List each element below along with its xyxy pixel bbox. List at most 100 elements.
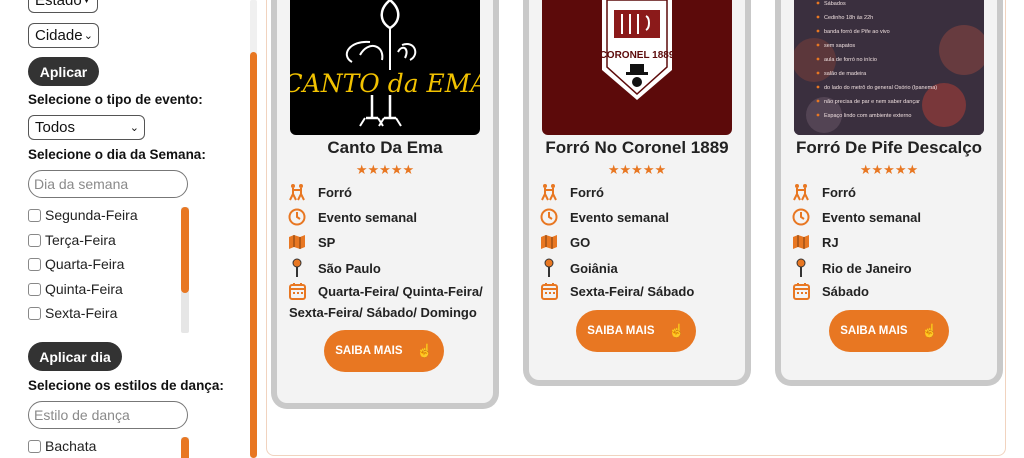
styles-scrollbar-thumb[interactable] bbox=[181, 437, 189, 458]
event-title[interactable]: Canto Da Ema bbox=[277, 138, 493, 158]
day-label: Segunda-Feira bbox=[45, 207, 138, 223]
cidade-select-value: Cidade bbox=[35, 27, 83, 44]
dia-semana-label: Selecione o dia da Semana: bbox=[28, 147, 206, 162]
state-row: GO bbox=[539, 232, 590, 253]
event-state: RJ bbox=[822, 235, 839, 250]
day-label: Terça-Feira bbox=[45, 232, 116, 248]
saiba-mais-button[interactable]: SAIBA MAIS ☝ bbox=[829, 310, 949, 352]
tipo-evento-label: Selecione o tipo de evento: bbox=[28, 92, 203, 107]
chevron-down-icon: ⌄ bbox=[129, 122, 139, 134]
calendar-icon bbox=[791, 281, 811, 301]
tipo-evento-select[interactable]: Todos ⌄ bbox=[28, 115, 145, 140]
clock-icon bbox=[539, 207, 559, 227]
pointer-hand-icon: ☝ bbox=[921, 323, 938, 338]
calendar-icon bbox=[287, 281, 307, 301]
star-rating: ★★★★★ bbox=[607, 162, 667, 177]
city-row: São Paulo bbox=[287, 258, 381, 279]
aplicar-dia-button[interactable]: Aplicar dia bbox=[28, 342, 122, 371]
map-icon bbox=[539, 232, 559, 252]
frequency-row: Evento semanal bbox=[287, 207, 417, 228]
canto-da-ema-logo: CANTO da EMA bbox=[290, 0, 480, 127]
event-state: SP bbox=[318, 235, 336, 250]
city-row: Rio de Janeiro bbox=[791, 258, 912, 279]
dancers-icon bbox=[539, 182, 559, 202]
day-label: Sexta-Feira bbox=[45, 305, 118, 321]
event-image[interactable]: Sábados Cedinho 18h às 22h banda forró d… bbox=[794, 0, 984, 135]
coronel-1889-logo: CORONEL 1889 bbox=[600, 0, 675, 100]
event-title[interactable]: Forró De Pife Descalço bbox=[781, 138, 997, 158]
event-image[interactable]: CANTO da EMA bbox=[290, 0, 480, 135]
event-days: Sexta-Feira/ Sábado bbox=[570, 284, 695, 299]
event-frequency: Evento semanal bbox=[570, 210, 669, 225]
saiba-mais-button[interactable]: SAIBA MAIS ☝ bbox=[324, 330, 444, 372]
event-card: Sábados Cedinho 18h às 22h banda forró d… bbox=[775, 0, 1003, 386]
style-option[interactable]: Bachata bbox=[28, 438, 96, 454]
event-state: GO bbox=[570, 235, 591, 250]
day-label: Quarta-Feira bbox=[45, 256, 125, 272]
estilo-danca-placeholder: Estilo de dança bbox=[34, 407, 130, 423]
dia-semana-placeholder: Dia da semana bbox=[34, 176, 129, 192]
checkbox[interactable] bbox=[28, 233, 41, 247]
filter-sidebar: Estado ▼ Cidade ⌄ Aplicar Selecione o ti… bbox=[0, 0, 262, 458]
star-rating: ★★★★★ bbox=[859, 162, 919, 177]
pin-icon bbox=[287, 258, 307, 278]
dancers-icon bbox=[791, 182, 811, 202]
event-days: Sábado bbox=[822, 284, 869, 299]
poster-line: banda forró de Pife ao vivo bbox=[824, 29, 890, 35]
dance-style: Forró bbox=[570, 185, 604, 200]
event-city: Goiânia bbox=[570, 261, 618, 276]
pointer-hand-icon: ☝ bbox=[416, 343, 433, 358]
day-option[interactable]: Segunda-Feira bbox=[28, 207, 138, 223]
event-card: CORONEL 1889 Forró No Coronel 1889 ★★★★★… bbox=[523, 0, 751, 386]
days-row: Sexta-Feira/ Sábado bbox=[539, 281, 694, 302]
checkbox[interactable] bbox=[28, 208, 41, 222]
event-frequency: Evento semanal bbox=[318, 210, 417, 225]
saiba-mais-button[interactable]: SAIBA MAIS ☝ bbox=[576, 310, 696, 352]
checkbox[interactable] bbox=[28, 282, 41, 296]
day-option[interactable]: Terça-Feira bbox=[28, 232, 116, 248]
day-label: Quinta-Feira bbox=[45, 281, 123, 297]
chevron-down-icon: ⌄ bbox=[83, 30, 93, 42]
poster-line: aula de forró no início bbox=[824, 57, 877, 63]
cidade-select[interactable]: Cidade ⌄ bbox=[28, 23, 99, 48]
event-image[interactable]: CORONEL 1889 bbox=[542, 0, 732, 135]
poster-line: Espaço lindo com ambiente externo bbox=[824, 113, 911, 119]
map-icon bbox=[791, 232, 811, 252]
state-row: RJ bbox=[791, 232, 839, 253]
dancers-icon bbox=[287, 182, 307, 202]
poster-line: do lado do metrô do general Osório (Ipan… bbox=[824, 85, 937, 91]
dia-semana-input[interactable]: Dia da semana bbox=[28, 170, 188, 198]
calendar-icon bbox=[539, 281, 559, 301]
map-icon bbox=[287, 232, 307, 252]
day-option[interactable]: Quarta-Feira bbox=[28, 256, 124, 272]
frequency-row: Evento semanal bbox=[539, 207, 669, 228]
poster-line: sem sapatos bbox=[824, 43, 855, 49]
forro-pife-poster: Sábados Cedinho 18h às 22h banda forró d… bbox=[794, 0, 984, 135]
logo-text: CANTO da EMA bbox=[290, 69, 480, 98]
poster-line: salão de madeira bbox=[824, 71, 867, 77]
estado-select[interactable]: Estado ▼ bbox=[28, 0, 98, 13]
pointer-hand-icon: ☝ bbox=[668, 323, 685, 338]
dance-style: Forró bbox=[318, 185, 352, 200]
dance-row: Forró bbox=[287, 182, 352, 203]
estado-select-value: Estado bbox=[35, 0, 82, 9]
days-scrollbar-thumb[interactable] bbox=[181, 207, 189, 293]
day-option[interactable]: Sexta-Feira bbox=[28, 305, 117, 321]
days-row: Quarta-Feira/ Quinta-Feira/ bbox=[287, 281, 483, 302]
event-days: Quarta-Feira/ Quinta-Feira/ bbox=[318, 284, 483, 299]
clock-icon bbox=[287, 207, 307, 227]
event-title[interactable]: Forró No Coronel 1889 bbox=[529, 138, 745, 158]
checkbox[interactable] bbox=[28, 439, 41, 453]
event-frequency: Evento semanal bbox=[822, 210, 921, 225]
saiba-mais-label: SAIBA MAIS bbox=[840, 325, 908, 337]
day-option[interactable]: Quinta-Feira bbox=[28, 281, 123, 297]
aplicar-button[interactable]: Aplicar bbox=[28, 57, 99, 86]
sidebar-scrollbar-thumb[interactable] bbox=[250, 52, 257, 458]
chevron-down-icon: ▼ bbox=[81, 0, 92, 6]
event-card: CANTO da EMA Canto Da Ema ★★★★★ Forró Ev… bbox=[271, 0, 499, 409]
checkbox[interactable] bbox=[28, 257, 41, 271]
checkbox[interactable] bbox=[28, 306, 41, 320]
poster-line: Sábados bbox=[824, 1, 846, 7]
estilo-danca-input[interactable]: Estilo de dança bbox=[28, 401, 188, 429]
state-row: SP bbox=[287, 232, 335, 253]
